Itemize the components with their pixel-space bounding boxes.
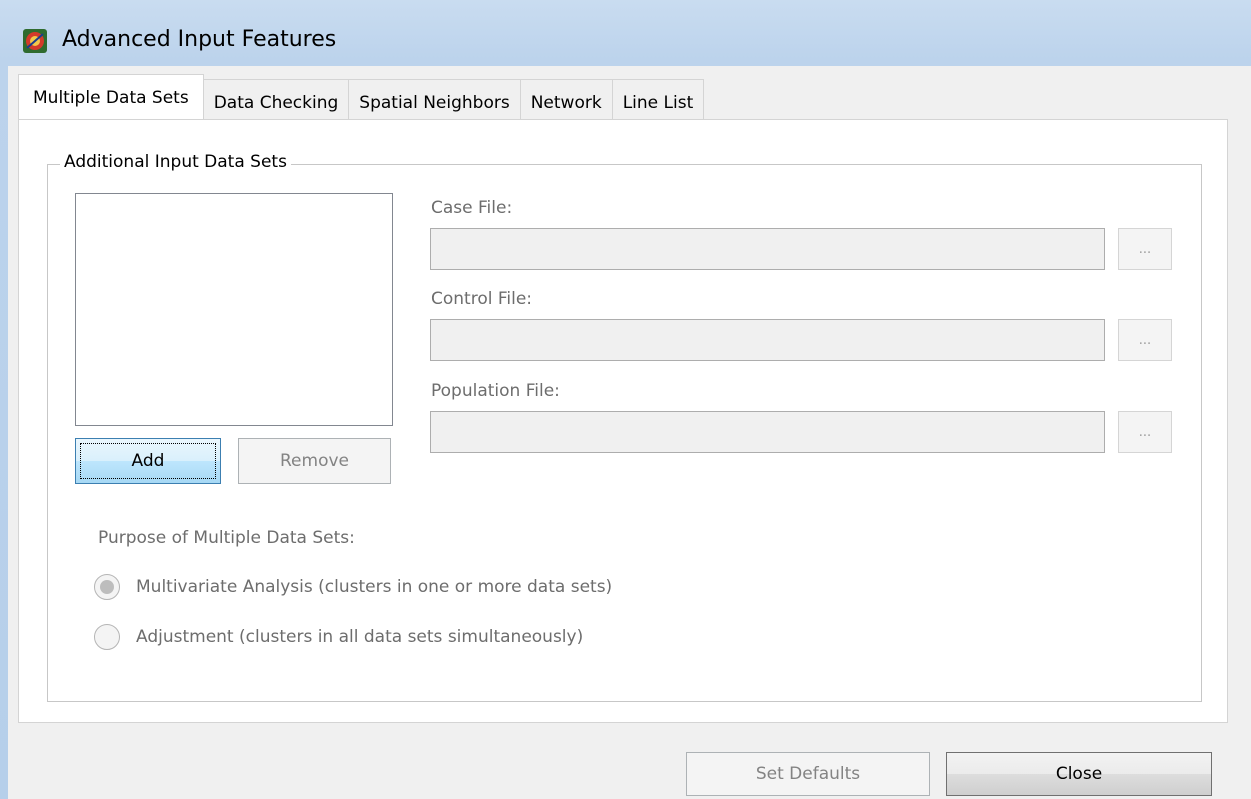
control-file-label: Control File:	[431, 289, 533, 309]
focus-rectangle	[80, 443, 216, 479]
population-file-label: Population File:	[431, 381, 560, 401]
additional-input-data-sets-group: Additional Input Data Sets Add Remove Ca…	[47, 152, 1202, 702]
radio-multivariate[interactable]	[94, 574, 120, 600]
radio-adjustment-row[interactable]: Adjustment (clusters in all data sets si…	[94, 624, 583, 650]
control-file-browse-button[interactable]: ...	[1118, 319, 1172, 361]
population-file-browse-button[interactable]: ...	[1118, 411, 1172, 453]
title-bar[interactable]: Advanced Input Features	[0, 0, 1251, 58]
tab-panel-multiple-data-sets: Additional Input Data Sets Add Remove Ca…	[18, 119, 1228, 723]
group-title: Additional Input Data Sets	[60, 152, 291, 172]
purpose-label: Purpose of Multiple Data Sets:	[98, 528, 355, 548]
set-defaults-button[interactable]: Set Defaults	[686, 752, 930, 796]
data-sets-listbox[interactable]	[75, 193, 393, 426]
case-file-label: Case File:	[431, 198, 513, 218]
case-file-browse-button[interactable]: ...	[1118, 228, 1172, 270]
radio-multivariate-label: Multivariate Analysis (clusters in one o…	[136, 577, 613, 597]
population-file-field[interactable]	[430, 411, 1105, 453]
control-file-field[interactable]	[430, 319, 1105, 361]
radio-multivariate-row[interactable]: Multivariate Analysis (clusters in one o…	[94, 574, 612, 600]
tab-multiple-data-sets[interactable]: Multiple Data Sets	[18, 74, 204, 124]
dialog-window: Advanced Input Features Multiple Data Se…	[0, 0, 1251, 799]
remove-button[interactable]: Remove	[238, 438, 391, 484]
case-file-field[interactable]	[430, 228, 1105, 270]
close-button[interactable]: Close	[946, 752, 1212, 796]
app-icon	[23, 29, 47, 53]
tab-strip: Multiple Data Sets Data Checking Spatial…	[18, 74, 705, 125]
window-title: Advanced Input Features	[62, 27, 337, 52]
radio-adjustment-label: Adjustment (clusters in all data sets si…	[136, 627, 584, 647]
radio-adjustment[interactable]	[94, 624, 120, 650]
add-button[interactable]: Add	[75, 438, 221, 484]
